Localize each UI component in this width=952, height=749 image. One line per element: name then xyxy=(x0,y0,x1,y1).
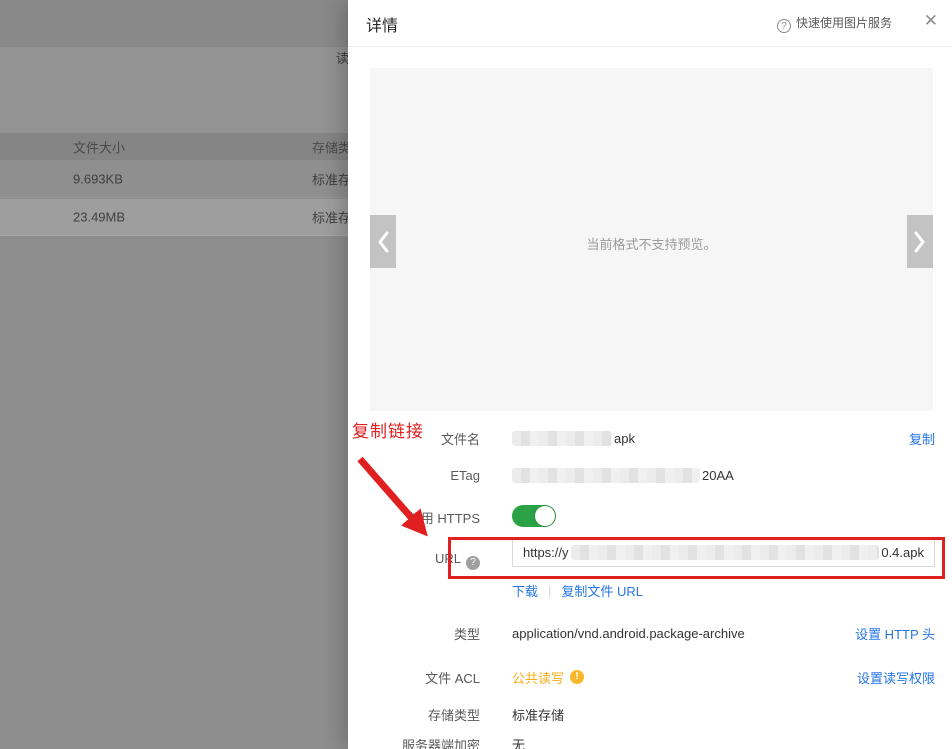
https-label: 使用 HTTPS xyxy=(348,508,480,527)
cell-storageclass: 标准存 xyxy=(312,208,348,227)
field-row-encryption: 服务器端加密 无 xyxy=(348,736,952,749)
acl-value: 公共读写 ! xyxy=(512,668,584,687)
etag-suffix: 20AA xyxy=(702,468,734,483)
redacted-segment xyxy=(512,468,700,483)
details-drawer: 详情 ?快速使用图片服务 ✕ 当前格式不支持预览。 文件名 xyxy=(348,0,952,749)
cell-filesize: 23.49MB xyxy=(73,210,125,225)
field-row-etag: ETag 20AA xyxy=(348,467,952,483)
redacted-segment xyxy=(512,431,612,446)
copy-filename-button[interactable]: 复制 xyxy=(909,429,935,448)
field-row-url: URL? https://y 0.4.apk xyxy=(348,552,952,568)
chevron-right-icon xyxy=(914,231,926,253)
warning-icon: ! xyxy=(570,670,584,684)
question-circle-icon: ? xyxy=(466,556,480,570)
filename-suffix: apk xyxy=(614,431,635,446)
annotation-label: 复制链接 xyxy=(352,417,424,442)
cell-filesize: 9.693KB xyxy=(73,172,123,187)
storage-class-label: 存储类型 xyxy=(348,705,480,724)
url-actions-row: 下载 | 复制文件 URL xyxy=(348,582,952,598)
column-header-storageclass: 存储类 xyxy=(312,137,348,156)
background-clipped-text: 读 xyxy=(336,48,348,67)
set-acl-permission-link[interactable]: 设置读写权限 xyxy=(857,668,935,687)
https-toggle[interactable] xyxy=(512,505,556,527)
url-prefix: https://y xyxy=(523,545,569,560)
field-row-acl: 文件 ACL 公共读写 ! 设置读写权限 xyxy=(348,669,952,685)
download-link[interactable]: 下载 xyxy=(512,581,538,600)
close-icon[interactable]: ✕ xyxy=(924,11,938,31)
url-actions: 下载 | 复制文件 URL xyxy=(512,581,643,600)
help-link-label: 快速使用图片服务 xyxy=(796,16,892,30)
screen: 读 文件大小 存储类 9.693KB 标准存 23.49MB 标准存 详情 ? 快… xyxy=(0,0,952,749)
drawer-title: 详情 xyxy=(366,12,398,36)
set-http-header-link[interactable]: 设置 HTTP 头 xyxy=(855,624,935,643)
table-header-row: 文件大小 存储类 xyxy=(0,133,348,161)
background-topbar xyxy=(0,0,348,47)
cell-storageclass: 标准存 xyxy=(312,170,348,189)
annotation-arrow-icon xyxy=(350,445,442,545)
field-row-filename: 文件名 apk 复制 xyxy=(348,430,952,446)
field-row-type: 类型 application/vnd.android.package-archi… xyxy=(348,625,952,641)
type-value: application/vnd.android.package-archive xyxy=(512,626,745,641)
filename-value: apk xyxy=(512,431,635,446)
table-row[interactable]: 9.693KB 标准存 xyxy=(0,161,348,198)
next-file-button[interactable] xyxy=(907,215,933,268)
encryption-value: 无 xyxy=(512,735,525,749)
dimmed-backdrop: 读 文件大小 存储类 9.693KB 标准存 23.49MB 标准存 xyxy=(0,0,348,749)
url-input[interactable]: https://y 0.4.apk xyxy=(512,537,935,567)
redacted-segment xyxy=(571,545,880,560)
url-suffix: 0.4.apk xyxy=(881,545,924,560)
question-circle-icon: ? xyxy=(777,19,791,33)
toggle-knob xyxy=(535,506,555,526)
etag-label: ETag xyxy=(348,468,480,483)
etag-value: 20AA xyxy=(512,468,734,483)
storage-class-value: 标准存储 xyxy=(512,705,564,724)
image-service-help-link[interactable]: ? 快速使用图片服务 xyxy=(777,14,892,33)
preview-unsupported-message: 当前格式不支持预览。 xyxy=(370,234,933,253)
separator: | xyxy=(548,583,551,598)
type-label: 类型 xyxy=(348,624,480,643)
column-header-filesize: 文件大小 xyxy=(73,137,125,156)
previous-file-button[interactable] xyxy=(370,215,396,268)
copy-file-url-link[interactable]: 复制文件 URL xyxy=(561,581,643,600)
field-row-storage-class: 存储类型 标准存储 xyxy=(348,706,952,722)
table-row-selected[interactable]: 23.49MB 标准存 xyxy=(0,199,348,236)
drawer-header: 详情 ? 快速使用图片服务 ✕ xyxy=(348,0,952,47)
file-preview-area: 当前格式不支持预览。 xyxy=(370,68,933,411)
acl-label: 文件 ACL xyxy=(348,668,480,687)
encryption-label: 服务器端加密 xyxy=(348,735,480,749)
url-label: URL? xyxy=(348,551,480,570)
field-row-https: 使用 HTTPS xyxy=(348,505,952,527)
background-subheader xyxy=(0,47,348,133)
chevron-left-icon xyxy=(377,231,389,253)
